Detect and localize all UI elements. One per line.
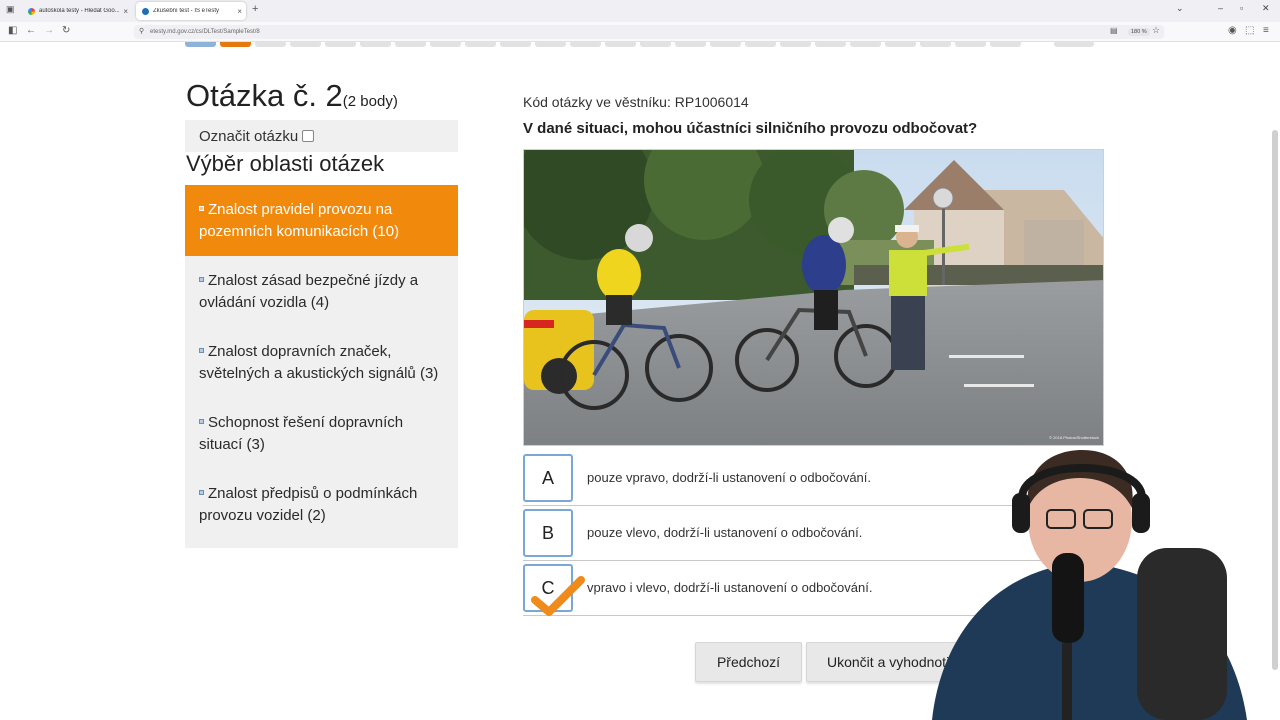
mark-question-label: Označit otázku (199, 127, 299, 145)
google-favicon-icon (28, 7, 35, 15)
question-nav-cell[interactable] (535, 42, 566, 47)
area-item-situations[interactable]: Schopnost řešení dopravních situací (3) (185, 398, 458, 469)
question-nav-cell[interactable] (815, 42, 846, 47)
question-nav-cell[interactable] (850, 42, 881, 47)
question-nav-cell[interactable] (675, 42, 706, 47)
url-text: etesty.md.gov.cz/cs/DLTest/SampleTest/8 (150, 29, 260, 35)
minimize-icon[interactable]: – (1218, 3, 1223, 13)
bullet-icon (199, 205, 204, 211)
question-nav-cell[interactable] (710, 42, 741, 47)
reader-view-icon[interactable]: ▤ (1110, 26, 1118, 35)
back-arrow-icon[interactable]: ← (26, 25, 36, 36)
question-nav-cell[interactable] (885, 42, 916, 47)
question-nav-cell[interactable] (780, 42, 811, 47)
question-nav-end-button[interactable] (1054, 42, 1094, 47)
question-number: Otázka č. 2 (186, 78, 343, 113)
mark-question-toggle[interactable]: Označit otázku (185, 120, 458, 152)
question-nav-cell[interactable] (640, 42, 671, 47)
traffic-scene-illustration: © 2018 Photos/Shutterstock (524, 150, 1103, 445)
area-item-label: Znalost předpisů o podmínkách provozu vo… (199, 485, 418, 524)
bullet-icon (199, 418, 204, 424)
bullet-icon (199, 276, 204, 282)
question-nav-cell[interactable] (500, 42, 531, 47)
mark-question-checkbox[interactable] (302, 130, 315, 142)
area-item-label: Schopnost řešení dopravních situací (3) (199, 414, 404, 453)
sidebar-toggle-icon[interactable]: ◧ (8, 25, 17, 36)
area-list: Znalost pravidel provozu na pozemních ko… (185, 185, 458, 548)
answer-text-c[interactable]: vpravo i vlevo, dodrží-li ustanovení o o… (587, 580, 872, 595)
answer-letter-a[interactable]: A (523, 454, 573, 502)
question-nav-cell[interactable] (920, 42, 951, 47)
area-item-label: Znalost zásad bezpečné jízdy a ovládání … (199, 272, 419, 311)
browser-tab-bar: ▣ autoškola testy - Hledat Goo... × Zkuš… (0, 0, 1280, 22)
etesty-favicon-icon (142, 7, 149, 15)
address-bar[interactable]: ⚲ etesty.md.gov.cz/cs/DLTest/SampleTest/… (134, 25, 1164, 39)
question-nav-cell[interactable] (955, 42, 986, 47)
page-scrollbar[interactable] (1272, 130, 1278, 670)
area-item-safe-driving[interactable]: Znalost zásad bezpečné jízdy a ovládání … (185, 256, 458, 327)
forward-arrow-icon[interactable]: → (44, 25, 54, 36)
question-text: V dané situaci, mohou účastníci silniční… (523, 120, 978, 137)
question-navigation (185, 42, 1021, 47)
extensions-icon[interactable]: ⬚ (1245, 25, 1254, 36)
answer-text-b[interactable]: pouze vlevo, dodrží-li ustanovení o odbo… (587, 525, 862, 540)
question-nav-cell[interactable] (465, 42, 496, 47)
question-photo: © 2018 Photos/Shutterstock (523, 149, 1104, 446)
answer-text-a[interactable]: pouze vpravo, dodrží-li ustanovení o odb… (587, 470, 871, 485)
bullet-icon (199, 347, 204, 353)
zoom-level[interactable]: 180 % (1128, 28, 1150, 36)
area-item-signs[interactable]: Znalost dopravních značek, světelných a … (185, 327, 458, 398)
close-tab-icon[interactable]: × (237, 7, 246, 16)
question-nav-cell[interactable] (255, 42, 286, 47)
question-nav-cell[interactable] (185, 42, 216, 47)
question-nav-cell[interactable] (360, 42, 391, 47)
question-title: Otázka č. 2(2 body) (186, 78, 398, 114)
question-nav-cell[interactable] (430, 42, 461, 47)
reload-icon[interactable]: ↻ (62, 25, 70, 36)
site-info-icon[interactable]: ⚲ (139, 27, 144, 35)
selected-check-icon (531, 576, 585, 616)
tab-label: Zkušební test - IS eTesty (153, 8, 220, 14)
menu-icon[interactable]: ≡ (1263, 25, 1269, 36)
tab-list-icon[interactable]: ▣ (6, 4, 15, 15)
maximize-icon[interactable]: ▫ (1240, 3, 1243, 13)
question-nav-cell[interactable] (325, 42, 356, 47)
area-item-label: Znalost pravidel provozu na pozemních ko… (199, 201, 400, 240)
question-nav-cell[interactable] (395, 42, 426, 47)
browser-tab-search[interactable]: autoškola testy - Hledat Goo... × (22, 2, 132, 20)
bullet-icon (199, 489, 204, 495)
new-tab-icon[interactable]: + (252, 3, 258, 15)
answer-letter-b[interactable]: B (523, 509, 573, 557)
area-item-rules[interactable]: Znalost pravidel provozu na pozemních ko… (185, 185, 458, 256)
question-nav-cell[interactable] (570, 42, 601, 47)
area-item-label: Znalost dopravních značek, světelných a … (199, 343, 439, 382)
bookmark-star-icon[interactable]: ☆ (1152, 25, 1160, 36)
areas-heading: Výběr oblasti otázek (186, 151, 385, 176)
question-nav-cell[interactable] (605, 42, 636, 47)
area-item-vehicle-regulations[interactable]: Znalost předpisů o podmínkách provozu vo… (185, 469, 458, 540)
browser-tab-test[interactable]: Zkušební test - IS eTesty × (136, 2, 246, 20)
webcam-overlay (932, 450, 1247, 720)
browser-nav-bar: ◧ ← → ↻ ⚲ etesty.md.gov.cz/cs/DLTest/Sam… (0, 22, 1280, 42)
close-window-icon[interactable]: ✕ (1262, 3, 1270, 14)
question-nav-cell[interactable] (745, 42, 776, 47)
photo-caption: © 2018 Photos/Shutterstock (1049, 435, 1099, 440)
question-points: (2 body) (342, 93, 398, 110)
question-nav-cell[interactable] (290, 42, 321, 47)
question-nav-cell[interactable] (220, 42, 251, 47)
question-code: Kód otázky ve věstníku: RP1006014 (523, 94, 749, 110)
question-nav-cell[interactable] (990, 42, 1021, 47)
tab-label: autoškola testy - Hledat Goo... (39, 8, 120, 14)
previous-button[interactable]: Předchozí (695, 642, 802, 682)
close-tab-icon[interactable]: × (123, 7, 132, 16)
account-icon[interactable]: ◉ (1228, 25, 1237, 36)
tab-overflow-chevron-icon[interactable]: ⌄ (1176, 3, 1184, 14)
